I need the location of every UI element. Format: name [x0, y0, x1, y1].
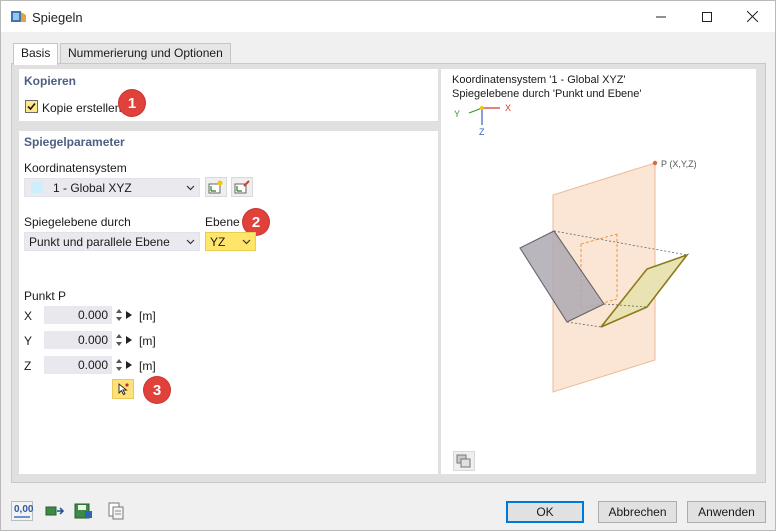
pick-point-button[interactable] — [112, 379, 134, 399]
ok-button[interactable]: OK — [506, 501, 584, 523]
ebene-label: Ebene — [205, 215, 240, 229]
units-button[interactable]: 0,00 — [11, 501, 33, 521]
callout-badge-1: 1 — [119, 90, 145, 116]
spiegelebene-durch-value: Punkt und parallele Ebene — [29, 235, 170, 249]
triangle-right-icon[interactable] — [126, 336, 132, 344]
minimize-button[interactable] — [638, 1, 684, 32]
coord-color-swatch — [31, 182, 43, 193]
koordinatensystem-value: 1 - Global XYZ — [53, 181, 132, 195]
triangle-right-icon[interactable] — [126, 361, 132, 369]
ebene-select[interactable]: YZ — [205, 232, 256, 251]
load-button[interactable] — [44, 501, 66, 521]
point-y-unit: [m] — [139, 334, 156, 348]
edit-coordinate-system-button[interactable] — [231, 177, 253, 197]
spinner-icon[interactable] — [115, 332, 123, 348]
document-copy-icon — [108, 502, 124, 520]
apply-button[interactable]: Anwenden — [687, 501, 766, 523]
save-icon — [74, 503, 92, 519]
punkt-p-label: Punkt P — [24, 289, 67, 303]
pick-point-cursor-icon — [118, 383, 129, 396]
preview-panel: Koordinatensystem '1 - Global XYZ' Spieg… — [441, 69, 756, 474]
spinner-icon[interactable] — [115, 357, 123, 373]
close-button[interactable] — [729, 1, 775, 32]
kopie-erstellen-checkbox[interactable] — [25, 100, 38, 113]
spiegelebene-durch-label: Spiegelebene durch — [24, 215, 131, 229]
point-y-value: 0.000 — [77, 333, 108, 347]
tab-nummerierung-und-optionen[interactable]: Nummerierung und Optionen — [60, 43, 231, 64]
new-coordinate-system-button[interactable] — [205, 177, 227, 197]
edit-coordinate-system-icon — [234, 180, 250, 194]
copy-settings-button[interactable] — [105, 501, 127, 521]
kopie-erstellen-label: Kopie erstellen — [42, 101, 122, 115]
mirror-preview-diagram: P (X,Y,Z) — [519, 159, 697, 393]
callout-badge-3: 3 — [144, 377, 170, 403]
preview-settings-icon — [456, 454, 471, 468]
koordinatensystem-label: Koordinatensystem — [24, 161, 127, 175]
ebene-value: YZ — [210, 235, 226, 249]
window-title: Spiegeln — [32, 10, 83, 25]
units-icon-text: 0,00 — [14, 504, 34, 515]
save-button[interactable] — [72, 501, 94, 521]
close-icon — [746, 11, 758, 22]
mirror-app-icon — [11, 11, 26, 22]
point-z-axis-label: Z — [24, 359, 32, 373]
point-y-axis-label: Y — [24, 334, 33, 348]
maximize-button[interactable] — [684, 1, 730, 32]
minimize-icon — [656, 16, 666, 17]
point-x-unit: [m] — [139, 309, 156, 323]
spiegelebene-durch-select[interactable]: Punkt und parallele Ebene — [24, 232, 200, 251]
koordinatensystem-select[interactable]: 1 - Global XYZ — [24, 178, 200, 197]
triangle-right-icon[interactable] — [126, 311, 132, 319]
maximize-icon — [702, 11, 712, 22]
new-coordinate-system-icon — [208, 180, 223, 194]
kopieren-title: Kopieren — [24, 74, 77, 88]
point-x-value: 0.000 — [77, 308, 108, 322]
chevron-down-icon — [242, 239, 251, 245]
point-z-unit: [m] — [139, 359, 156, 373]
spiegelparameter-title: Spiegelparameter — [24, 135, 125, 149]
chevron-down-icon — [186, 239, 195, 245]
point-x-axis-label: X — [24, 309, 33, 323]
preview-options-button[interactable] — [453, 451, 475, 471]
cancel-button[interactable]: Abbrechen — [598, 501, 677, 523]
point-y-input[interactable]: 0.000 — [44, 331, 112, 349]
title-bar: Spiegeln — [1, 1, 775, 32]
point-x-input[interactable]: 0.000 — [44, 306, 112, 324]
kopieren-group: Kopieren Kopie erstellen 1 — [19, 69, 438, 121]
chevron-down-icon — [186, 185, 195, 191]
load-arrow-icon — [45, 506, 65, 516]
spiegelparameter-group: Spiegelparameter Koordinatensystem 1 - G… — [19, 131, 438, 474]
mirror-dialog: Spiegeln Basis Nummerierung und Optionen… — [0, 0, 776, 531]
tab-basis[interactable]: Basis — [13, 43, 59, 65]
point-z-input[interactable]: 0.000 — [44, 356, 112, 374]
spinner-icon[interactable] — [115, 307, 123, 323]
check-icon — [27, 102, 36, 111]
point-p-label: P (X,Y,Z) — [661, 159, 697, 169]
point-z-value: 0.000 — [77, 358, 108, 372]
